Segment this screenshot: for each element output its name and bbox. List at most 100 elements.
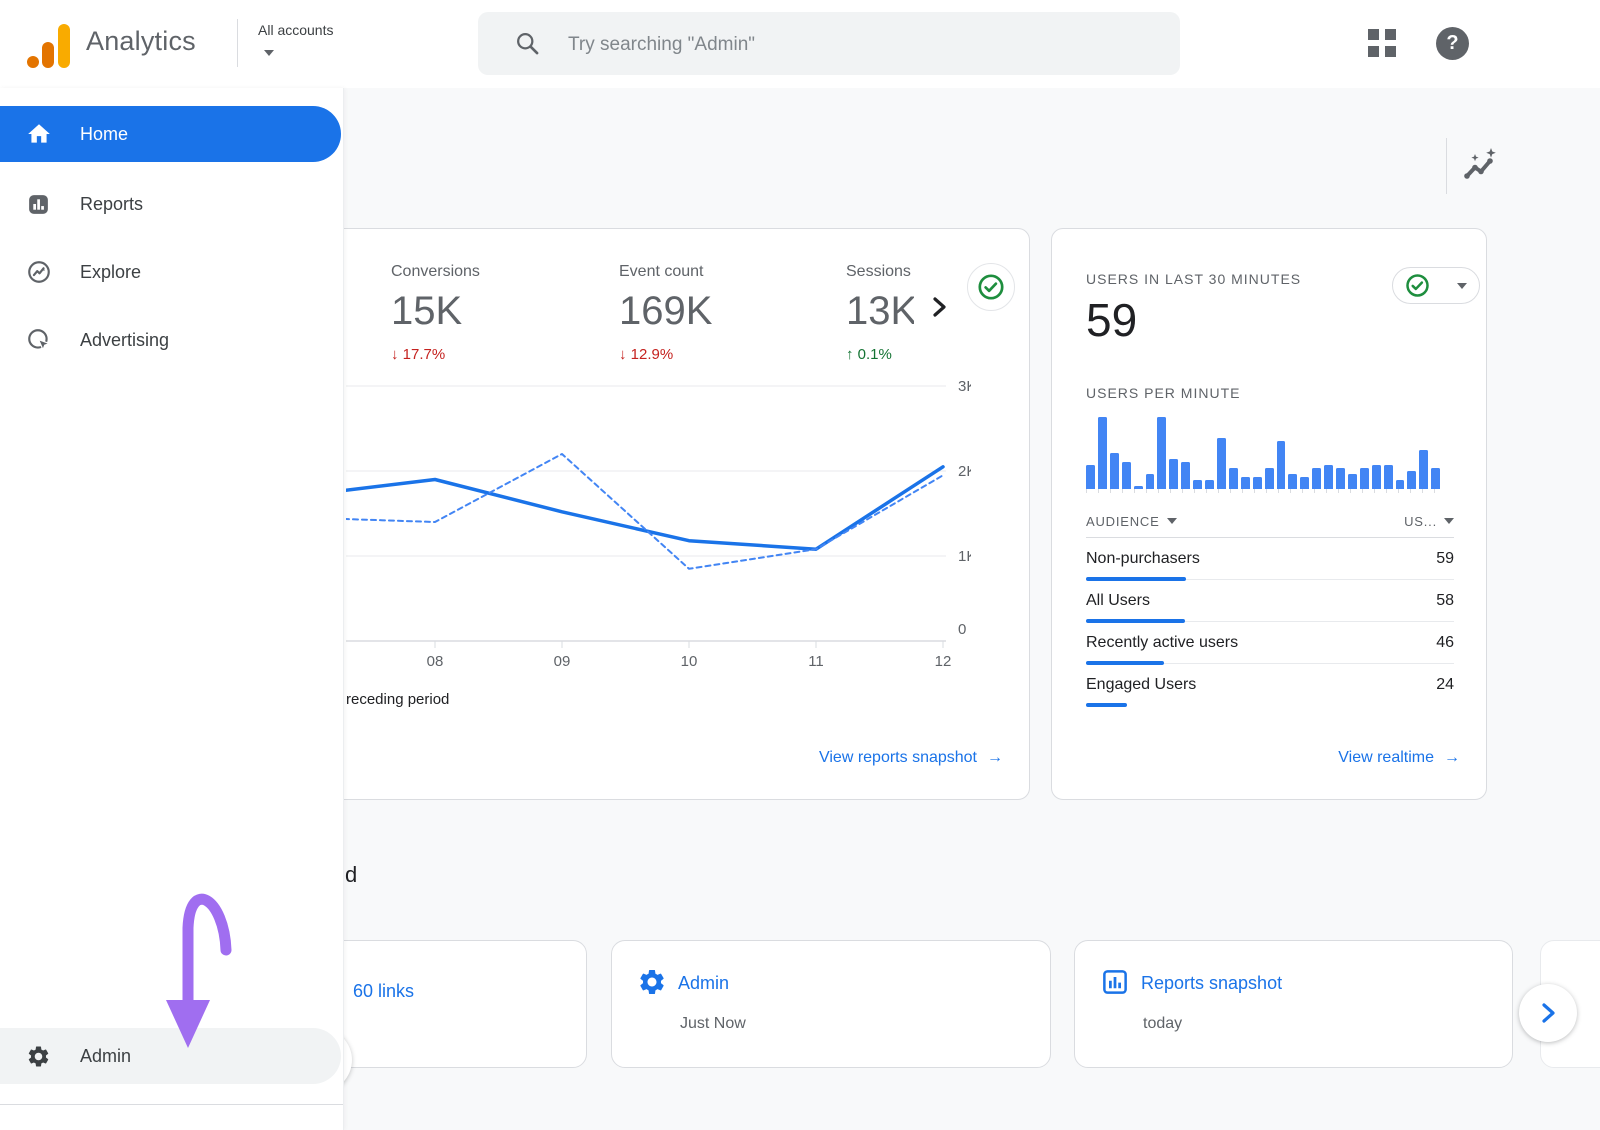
help-icon[interactable] — [1436, 27, 1469, 60]
metric-delta: ↓ 17.7% — [391, 346, 480, 363]
apps-grid-icon[interactable] — [1368, 29, 1396, 57]
navigation-drawer: Home Reports Explore — [0, 88, 344, 1130]
sidebar-item-explore[interactable]: Explore — [0, 244, 341, 300]
users-per-minute-bar — [1193, 480, 1202, 489]
arrow-down-icon: ↓ — [391, 346, 399, 363]
reports-icon — [26, 191, 52, 217]
users-per-minute-bar — [1324, 465, 1333, 489]
metric-delta: ↓ 12.9% — [619, 346, 712, 363]
audience-name: Engaged Users — [1086, 676, 1196, 694]
users-per-minute-bar — [1098, 417, 1107, 489]
gear-icon — [26, 1043, 52, 1069]
recent-card-title: Admin — [678, 973, 729, 994]
x-axis-label: 08 — [427, 653, 444, 669]
account-switcher[interactable]: All accounts — [258, 22, 333, 38]
chevron-down-icon — [1167, 518, 1177, 524]
audience-users-value: 58 — [1436, 592, 1454, 610]
table-row: Recently active users46 — [1086, 622, 1454, 664]
users-per-minute-bar — [1372, 465, 1381, 489]
arrow-down-icon: ↓ — [619, 346, 627, 363]
metric-value: 15K — [391, 289, 480, 334]
users-per-minute-bar — [1336, 468, 1345, 489]
view-realtime-link[interactable]: View realtime→ — [1338, 749, 1460, 767]
sidebar-item-home[interactable]: Home — [0, 106, 341, 162]
home-overview-card: Conversions 15K ↓ 17.7% Event count 169K… — [250, 228, 1030, 800]
arrow-right-icon: → — [1444, 749, 1460, 766]
metric-value: 13K — [846, 289, 914, 334]
audience-name: Recently active users — [1086, 634, 1238, 652]
sidebar-item-admin[interactable]: Admin — [0, 1028, 341, 1084]
audience-progress-bar — [1086, 703, 1127, 707]
metric-value: 169K — [619, 289, 712, 334]
users-per-minute-bar — [1241, 477, 1250, 489]
users-per-minute-bar — [1384, 465, 1393, 489]
audience-column-sort[interactable]: AUDIENCE — [1086, 514, 1177, 529]
users-per-minute-bar — [1419, 450, 1428, 489]
users-per-minute-bar — [1217, 438, 1226, 489]
data-quality-badge[interactable] — [967, 263, 1015, 311]
sidebar-item-reports[interactable]: Reports — [0, 176, 341, 232]
recent-card-subtitle: today — [1143, 1015, 1182, 1033]
users-per-minute-bar — [1348, 474, 1357, 489]
chevron-right-icon — [1535, 1000, 1561, 1026]
gear-icon — [637, 967, 667, 997]
users-per-minute-bar — [1300, 477, 1309, 489]
chevron-down-icon — [1444, 518, 1454, 524]
carousel-next-button[interactable] — [1519, 984, 1577, 1042]
insights-rail-divider — [1446, 138, 1447, 194]
metric-sessions-clipped: Sessions 13K ↑ 0.1% — [846, 263, 914, 395]
users-per-minute-bar — [1146, 474, 1155, 489]
trend-series-solid — [346, 467, 943, 549]
users-per-minute-bar — [1229, 468, 1238, 489]
users-per-minute-bar — [1312, 468, 1321, 489]
app-title: Analytics — [86, 26, 196, 57]
users-per-minute-label: USERS PER MINUTE — [1086, 385, 1240, 401]
search-input[interactable] — [566, 12, 1150, 77]
recent-card-admin[interactable]: Admin Just Now — [611, 940, 1051, 1068]
x-axis-label: 11 — [808, 653, 824, 669]
table-row: Engaged Users 24 — [1086, 664, 1454, 705]
users-per-minute-bar — [1360, 468, 1369, 489]
sidebar-footer-divider — [0, 1104, 343, 1105]
users-column-sort[interactable]: US... — [1404, 514, 1454, 529]
advertising-icon — [26, 327, 52, 353]
arrow-up-icon: ↑ — [846, 346, 854, 363]
table-row: All Users58 — [1086, 580, 1454, 622]
explore-icon — [26, 259, 52, 285]
view-reports-snapshot-link[interactable]: View reports snapshot→ — [819, 749, 1003, 767]
metric-delta: ↑ 0.1% — [846, 346, 914, 363]
chevron-down-icon — [1457, 283, 1467, 289]
account-switcher-label: All accounts — [258, 22, 333, 38]
users-per-minute-bar — [1086, 465, 1095, 489]
realtime-quality-dropdown[interactable] — [1392, 267, 1480, 304]
users-per-minute-bar — [1122, 462, 1131, 489]
recent-card-title: 60 links — [353, 981, 414, 1002]
search-icon — [514, 30, 541, 57]
recent-card-title: Reports snapshot — [1141, 973, 1282, 994]
users-per-minute-bar — [1157, 417, 1166, 489]
header-divider — [237, 19, 238, 67]
chevron-down-icon — [264, 50, 274, 56]
ga-home-page: Analytics All accounts — [0, 0, 1600, 1130]
realtime-title: USERS IN LAST 30 MINUTES — [1086, 271, 1301, 287]
realtime-card: USERS IN LAST 30 MINUTES 59 USERS PER MI… — [1051, 228, 1487, 800]
check-circle-icon — [977, 273, 1005, 301]
users-per-minute-bar — [1169, 459, 1178, 489]
users-per-minute-bar — [1205, 480, 1214, 489]
recent-card-reports-snapshot[interactable]: Reports snapshot today — [1074, 940, 1513, 1068]
google-analytics-logo-icon — [26, 16, 72, 70]
global-search — [478, 12, 1180, 75]
recent-section-heading-fragment: d — [345, 862, 357, 888]
users-per-minute-bar — [1407, 471, 1416, 489]
sidebar-item-advertising[interactable]: Advertising — [0, 312, 341, 368]
x-axis-label: 10 — [681, 653, 698, 669]
insights-icon[interactable] — [1458, 146, 1500, 188]
y-axis-label: 3K — [958, 378, 971, 395]
users-per-minute-bar — [1265, 468, 1274, 489]
users-per-minute-bar — [1277, 441, 1286, 489]
y-axis-label: 1K — [958, 548, 971, 565]
recent-card-subtitle: Just Now — [680, 1015, 746, 1033]
check-circle-icon — [1405, 273, 1430, 298]
audience-users-value: 24 — [1436, 676, 1454, 694]
metrics-scroll-right-icon[interactable] — [923, 291, 955, 323]
